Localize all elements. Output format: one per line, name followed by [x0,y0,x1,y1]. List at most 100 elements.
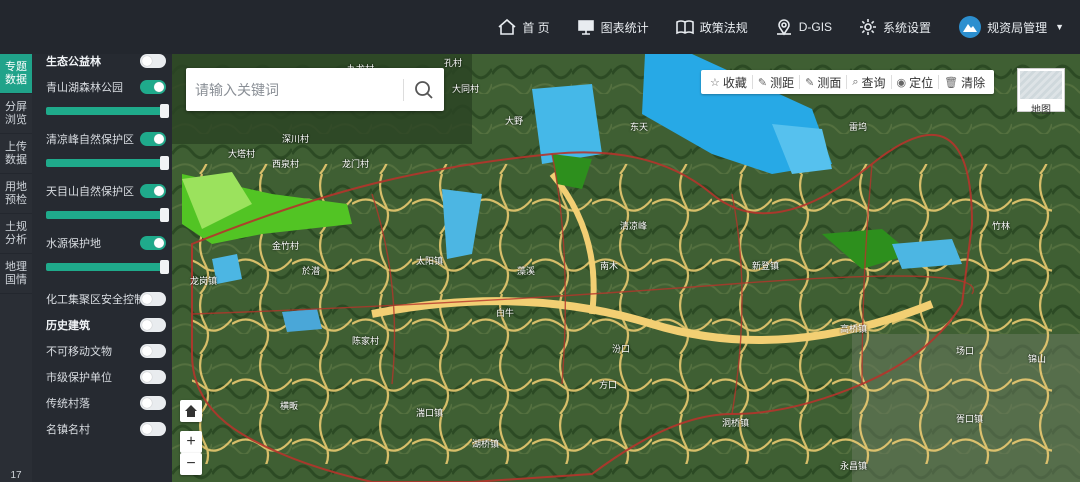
nav-dgis-label: D-GIS [798,20,833,34]
tab-thematic-data[interactable]: 专题数据 [0,54,32,94]
layer-item: 市级保护单位 [32,364,172,390]
layer-toggle[interactable] [140,370,166,384]
map-label: 东天 [630,122,649,132]
location-icon: ◉ [896,76,907,89]
nav-chart-label: 图表统计 [600,20,649,35]
zoom-out-button[interactable]: − [180,453,202,475]
map-label: 於潜 [302,266,321,276]
search-button[interactable] [404,68,444,111]
layer-toggle[interactable] [140,236,166,250]
book-icon [675,20,694,35]
map-label: 横畈 [280,401,299,411]
opacity-slider[interactable] [46,256,169,278]
tab-land-plan-analysis[interactable]: 土规分析 [0,214,32,254]
map-label: 大同村 [452,84,480,94]
map-label: 湍口镇 [416,408,444,418]
tab-land-precheck[interactable]: 用地预检 [0,174,32,214]
nav-policy-label: 政策法规 [699,20,748,35]
basemap-switcher[interactable]: 地图 [1017,68,1065,116]
map-label: 竹林 [992,221,1011,231]
map-label: 龙岗镇 [190,276,218,286]
layer-label: 不可移动文物 [46,346,112,358]
search-input[interactable] [186,81,403,98]
layer-toggle[interactable] [140,396,166,410]
layer-toggle[interactable] [140,292,166,306]
layer-group-historic: 历史建筑 [32,312,172,338]
map-label: 白牛 [496,308,515,318]
ruler-icon: ✎ [757,76,768,89]
tool-measure-area[interactable]: ✎ 测面 [800,75,848,90]
tab-split-view[interactable]: 分屏浏览 [0,94,32,134]
user-menu[interactable]: 规资局管理 ▼ [959,16,1064,38]
map-pin-icon [776,19,791,36]
home-icon [498,18,516,35]
nav-dgis[interactable]: D-GIS [774,0,832,54]
opacity-slider[interactable] [46,152,169,174]
layer-toggle[interactable] [140,132,166,146]
zoom-in-label: + [186,433,196,450]
layer-group-title: 历史建筑 [46,320,90,332]
home-extent-button[interactable] [180,400,202,422]
nav-settings[interactable]: 系统设置 [858,0,931,54]
map-label: 新登镇 [752,261,780,271]
slider-track [46,263,164,271]
map-label: 陈家村 [352,336,380,346]
nav-home[interactable]: 首 页 [497,0,550,54]
tab-label: 土规分析 [5,220,27,246]
slider-thumb[interactable] [160,260,169,274]
map-label: 湖桥镇 [472,439,500,449]
tool-locate[interactable]: ◉ 定位 [892,75,940,90]
tool-clear[interactable]: 🗑 清除 [939,75,990,90]
area-icon: ✎ [805,76,815,89]
tab-geo-national[interactable]: 地理国情 [0,254,32,294]
tool-label: 测距 [770,75,795,90]
slider-thumb[interactable] [160,208,169,222]
tab-bottom-marker: 17 [10,470,22,481]
map-label: 高桥镇 [840,324,868,334]
search-box [186,68,444,111]
layer-group-ecological: 生态公益林 [32,54,172,74]
map-toolbar: ☆ 收藏 ✎ 测距 ✎ 测面 ⌕ 查询 ◉ 定位 🗑 清除 [701,70,995,94]
nav-policy[interactable]: 政策法规 [675,0,748,54]
group-toggle[interactable] [140,318,166,332]
slider-thumb[interactable] [160,104,169,118]
gear-icon [860,19,877,35]
opacity-slider[interactable] [46,204,169,226]
basemap-label: 地图 [1031,105,1051,116]
avatar [959,16,982,38]
layer-label: 传统村落 [46,398,90,410]
map-label: 大野 [505,116,524,126]
left-tab-bar: 专题数据 分屏浏览 上传数据 用地预检 土规分析 地理国情 17 [0,54,32,482]
layer-toggle[interactable] [140,184,166,198]
basemap-thumbnail [1020,71,1062,99]
nav-chart-stats[interactable]: 图表统计 [576,0,649,54]
home-icon [185,405,197,417]
layer-label: 水源保护地 [46,238,101,250]
map-label: 太阳镇 [416,256,444,266]
map-label: 金竹村 [272,241,300,251]
tab-upload-data[interactable]: 上传数据 [0,134,32,174]
slider-thumb[interactable] [160,156,169,170]
layer-toggle[interactable] [140,344,166,358]
tool-query[interactable]: ⌕ 查询 [847,75,892,90]
map-label: 永昌镇 [840,461,868,471]
layer-item: 不可移动文物 [32,338,172,364]
map-canvas[interactable]: 孔村 九龙村 大同村 大野 东天 雷坞 大塔村 深川村 西泉村 龙门村 金竹村 … [172,54,1080,482]
layer-item: 天目山自然保护区 [32,178,172,204]
map-label: 孔村 [444,58,463,68]
layer-toggle[interactable] [140,422,166,436]
opacity-slider[interactable] [46,100,169,122]
layer-toggle[interactable] [140,80,166,94]
tool-label: 清除 [961,75,986,90]
group-toggle[interactable] [140,54,166,68]
tool-label: 测面 [817,75,842,90]
tool-measure-distance[interactable]: ✎ 测距 [753,75,801,90]
layer-item: 青山湖森林公园 [32,74,172,100]
map-label: 藻溪 [517,266,536,276]
tool-label: 定位 [909,75,934,90]
trash-icon: 🗑 [944,76,959,89]
tool-label: 查询 [861,75,886,90]
slider-track [46,107,164,115]
tool-favorite[interactable]: ☆ 收藏 [705,75,753,90]
zoom-in-button[interactable]: + [180,431,202,453]
